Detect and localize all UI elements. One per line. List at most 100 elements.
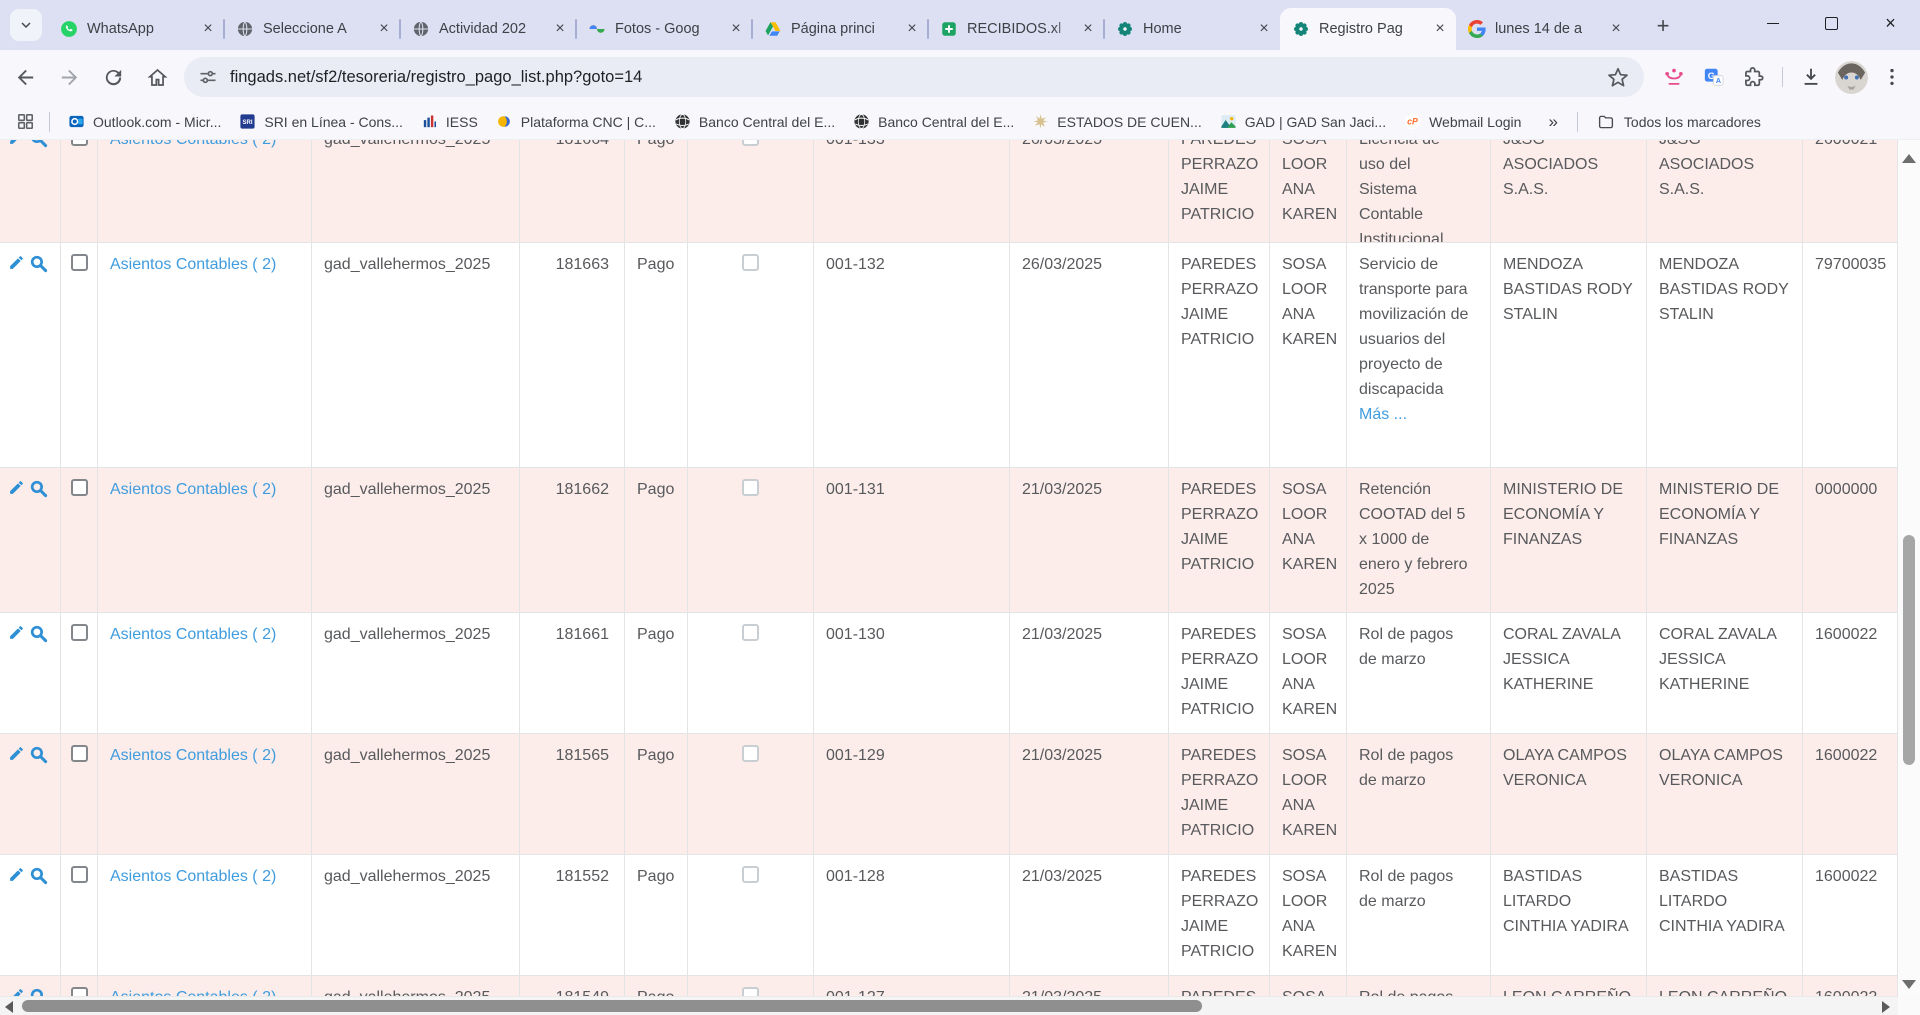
- bookmark-item-5[interactable]: Banco Central del E...: [667, 109, 842, 134]
- row-checkbox[interactable]: [71, 745, 88, 762]
- url-text[interactable]: fingads.net/sf2/tesoreria/registro_pago_…: [230, 68, 1598, 87]
- bookmark-item-2[interactable]: SRISRI en Línea - Cons...: [232, 109, 410, 134]
- row-checkbox[interactable]: [71, 987, 88, 996]
- browser-tab-8[interactable]: Registro Pag×: [1280, 8, 1456, 50]
- view-magnifier-icon[interactable]: [29, 254, 48, 281]
- home-button[interactable]: [138, 58, 176, 96]
- view-magnifier-icon[interactable]: [29, 479, 48, 506]
- bookmark-label: GAD | GAD San Jaci...: [1245, 114, 1386, 130]
- view-magnifier-icon[interactable]: [29, 624, 48, 651]
- bookmark-item-3[interactable]: IESS: [414, 109, 485, 134]
- edit-pencil-icon[interactable]: [8, 866, 25, 891]
- reload-button[interactable]: [94, 58, 132, 96]
- all-bookmarks-button[interactable]: Todos los marcadores: [1597, 113, 1761, 131]
- address-bar[interactable]: fingads.net/sf2/tesoreria/registro_pago_…: [184, 57, 1644, 97]
- scroll-down-arrow[interactable]: [1902, 980, 1916, 989]
- tab-search-button[interactable]: [10, 9, 42, 41]
- edit-pencil-icon[interactable]: [8, 479, 25, 504]
- flag-checkbox[interactable]: [742, 624, 759, 641]
- vertical-scrollbar-thumb[interactable]: [1903, 535, 1915, 765]
- extensions-button[interactable]: [1736, 59, 1772, 95]
- horizontal-scrollbar-thumb[interactable]: [22, 1000, 1202, 1012]
- flag-checkbox[interactable]: [742, 745, 759, 762]
- maximize-button[interactable]: [1802, 0, 1861, 46]
- description-cell: Rol de pagos de marzo: [1347, 976, 1491, 996]
- browser-tab-3[interactable]: Actividad 202×: [400, 8, 576, 50]
- flag-checkbox[interactable]: [742, 479, 759, 496]
- scrollbar-corner: [1898, 996, 1920, 1015]
- view-magnifier-icon[interactable]: [29, 745, 48, 772]
- code-cell: 1600022: [1803, 734, 1898, 855]
- edit-pencil-icon[interactable]: [8, 140, 25, 154]
- tipo-cell: Pago: [625, 243, 688, 468]
- row-checkbox[interactable]: [71, 624, 88, 641]
- back-button[interactable]: [6, 58, 44, 96]
- browser-tab-9[interactable]: lunes 14 de a×: [1456, 8, 1632, 50]
- browser-tab-5[interactable]: Página princi×: [752, 8, 928, 50]
- browser-tab-2[interactable]: Seleccione A×: [224, 8, 400, 50]
- browser-tab-1[interactable]: WhatsApp×: [48, 8, 224, 50]
- browser-tab-6[interactable]: RECIBIDOS.xl×: [928, 8, 1104, 50]
- row-checkbox[interactable]: [71, 254, 88, 271]
- bookmark-star-icon[interactable]: [1606, 65, 1630, 89]
- browser-tab-4[interactable]: Fotos - Goog×: [576, 8, 752, 50]
- row-checkbox[interactable]: [71, 479, 88, 496]
- more-link[interactable]: Más ...: [1359, 406, 1407, 423]
- edit-pencil-icon[interactable]: [8, 987, 25, 996]
- flag-checkbox[interactable]: [742, 987, 759, 996]
- bookmark-item-9[interactable]: cPWebmail Login: [1397, 109, 1528, 134]
- scroll-left-arrow[interactable]: [5, 1001, 13, 1013]
- view-magnifier-icon[interactable]: [29, 987, 48, 996]
- scroll-up-arrow[interactable]: [1902, 154, 1916, 163]
- edit-pencil-icon[interactable]: [8, 254, 25, 279]
- flag-checkbox[interactable]: [742, 866, 759, 883]
- site-info-icon[interactable]: [198, 67, 218, 87]
- profile-avatar[interactable]: [1835, 61, 1868, 94]
- translate-button[interactable]: GA: [1696, 59, 1732, 95]
- asientos-contables-link[interactable]: Asientos Contables ( 2): [110, 868, 276, 885]
- tab-close-icon[interactable]: ×: [198, 19, 218, 39]
- scroll-right-arrow[interactable]: [1882, 1001, 1890, 1013]
- tab-close-icon[interactable]: ×: [902, 19, 922, 39]
- asientos-contables-link[interactable]: Asientos Contables ( 2): [110, 626, 276, 643]
- view-magnifier-icon[interactable]: [29, 140, 48, 156]
- asientos-contables-link[interactable]: Asientos Contables ( 2): [110, 989, 276, 996]
- browser-tab-7[interactable]: Home×: [1104, 8, 1280, 50]
- flag-checkbox[interactable]: [742, 254, 759, 271]
- asientos-contables-link[interactable]: Asientos Contables ( 2): [110, 256, 276, 273]
- tab-close-icon[interactable]: ×: [726, 19, 746, 39]
- horizontal-scrollbar[interactable]: [0, 996, 1898, 1015]
- row-checkbox[interactable]: [71, 866, 88, 883]
- asientos-contables-link[interactable]: Asientos Contables ( 2): [110, 747, 276, 764]
- asientos-contables-link[interactable]: Asientos Contables ( 2): [110, 481, 276, 498]
- bookmarks-overflow-chevron[interactable]: »: [1538, 112, 1567, 132]
- extension-pink-button[interactable]: [1656, 59, 1692, 95]
- tab-close-icon[interactable]: ×: [1078, 19, 1098, 39]
- bookmarks-list: Outlook.com - Micr...SRISRI en Línea - C…: [59, 109, 1530, 134]
- tab-close-icon[interactable]: ×: [1606, 19, 1626, 39]
- view-magnifier-icon[interactable]: [29, 866, 48, 893]
- tab-close-icon[interactable]: ×: [550, 19, 570, 39]
- edit-pencil-icon[interactable]: [8, 745, 25, 770]
- browser-menu-button[interactable]: [1874, 59, 1910, 95]
- bookmark-item-8[interactable]: GAD | GAD San Jaci...: [1213, 109, 1393, 134]
- tab-close-icon[interactable]: ×: [1430, 19, 1450, 39]
- bookmark-item-1[interactable]: Outlook.com - Micr...: [61, 109, 228, 134]
- apps-grid-button[interactable]: [10, 108, 40, 136]
- flag-checkbox[interactable]: [742, 140, 759, 146]
- vertical-scrollbar[interactable]: [1898, 140, 1920, 1015]
- forward-button[interactable]: [50, 58, 88, 96]
- tab-close-icon[interactable]: ×: [1254, 19, 1274, 39]
- bookmark-item-7[interactable]: ESTADOS DE CUEN...: [1025, 109, 1208, 134]
- minimize-button[interactable]: [1743, 0, 1802, 46]
- row-checkbox[interactable]: [71, 140, 88, 146]
- new-tab-button[interactable]: +: [1648, 11, 1678, 41]
- bookmark-item-6[interactable]: Banco Central del E...: [846, 109, 1021, 134]
- bookmark-item-4[interactable]: Plataforma CNC | C...: [489, 109, 663, 134]
- downloads-button[interactable]: [1793, 59, 1829, 95]
- close-window-button[interactable]: ×: [1861, 0, 1920, 46]
- asientos-contables-link[interactable]: Asientos Contables ( 2): [110, 140, 276, 148]
- tab-close-icon[interactable]: ×: [374, 19, 394, 39]
- row-select-cell: [61, 734, 98, 855]
- edit-pencil-icon[interactable]: [8, 624, 25, 649]
